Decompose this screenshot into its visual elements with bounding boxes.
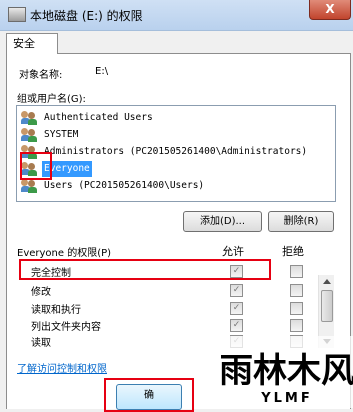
users-group-icon: [21, 179, 39, 193]
ok-highlight-box: [104, 378, 194, 412]
tab-security[interactable]: 安全: [6, 33, 58, 54]
deny-checkbox[interactable]: [290, 319, 303, 332]
object-name-label: 对象名称:: [19, 70, 63, 81]
group-listbox[interactable]: Authenticated Users SYSTEM Administrator…: [16, 105, 336, 202]
users-group-icon: [21, 111, 39, 125]
close-button[interactable]: X: [309, 0, 351, 20]
remove-button[interactable]: 删除(R): [268, 211, 334, 232]
ylmf-watermark: 雨林木风 YLMF: [221, 336, 353, 408]
perm-label-modify: 修改: [31, 287, 51, 298]
deny-checkbox[interactable]: [290, 265, 303, 278]
permissions-title: Everyone 的权限(P): [17, 248, 112, 259]
allow-checkbox[interactable]: ✓: [230, 284, 243, 297]
group-list-label: 组或用户名(G):: [17, 94, 86, 105]
deny-checkbox[interactable]: [290, 284, 303, 297]
watermark-sub: YLMF: [260, 391, 313, 406]
selection-highlight-box: [20, 152, 52, 180]
allow-checkbox[interactable]: ✓: [230, 319, 243, 332]
add-button[interactable]: 添加(D)...: [183, 211, 262, 232]
learn-more-link[interactable]: 了解访问控制和权限: [17, 360, 107, 375]
perm-label-list-folder: 列出文件夹内容: [31, 322, 101, 333]
scroll-up-icon[interactable]: [323, 279, 331, 284]
drive-icon: [8, 7, 26, 22]
allow-checkbox[interactable]: ✓: [230, 302, 243, 315]
list-item-label: SYSTEM: [44, 129, 79, 140]
list-item-label: Administrators (PC201505261400\Administr…: [44, 146, 308, 157]
perm-label-read: 读取: [31, 338, 51, 349]
window-title: 本地磁盘 (E:) 的权限: [30, 9, 143, 23]
allow-header: 允许: [222, 245, 244, 258]
watermark-main: 雨林木风: [221, 351, 353, 391]
title-bar: 本地磁盘 (E:) 的权限 X: [0, 0, 353, 31]
full-control-highlight-box: [19, 259, 271, 280]
perm-label-read-execute: 读取和执行: [31, 305, 81, 316]
list-item-label: Users (PC201505261400\Users): [44, 180, 205, 191]
deny-header: 拒绝: [282, 245, 304, 258]
deny-checkbox[interactable]: [290, 302, 303, 315]
scroll-thumb[interactable]: [321, 290, 333, 322]
users-group-icon: [21, 128, 39, 142]
object-name-value: E:\: [95, 66, 109, 77]
list-item-label: Authenticated Users: [44, 112, 153, 123]
